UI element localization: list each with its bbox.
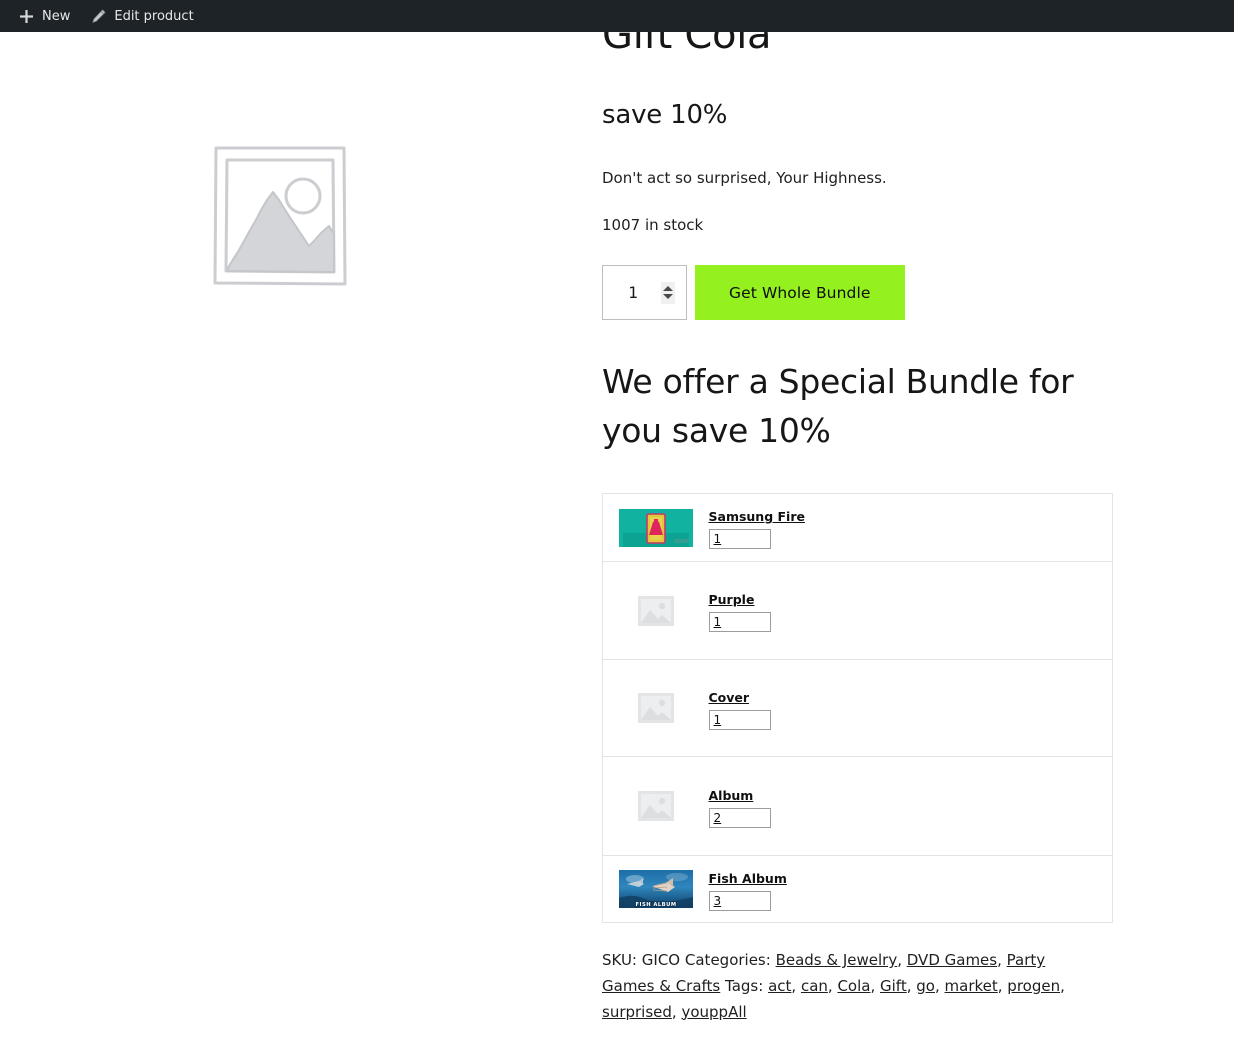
tag-link[interactable]: surprised [602,1003,672,1021]
bundle-item-qty-input[interactable]: 3 [708,890,771,911]
bundle-item-info-cell: Purple 1 [708,562,1113,660]
bundle-item-link[interactable]: Cover [709,690,750,705]
bundle-item-thumb-cell [603,494,709,562]
samsung-fire-thumbnail [603,508,709,547]
bundle-item-link[interactable]: Samsung Fire [709,509,805,524]
bundle-item-info-cell: Cover 1 [708,660,1113,757]
bundle-item-qty-input[interactable]: 2 [708,807,771,828]
tag-link[interactable]: act [768,977,791,995]
tag-link[interactable]: youppAll [681,1003,746,1021]
bundle-item-thumb-cell [603,562,709,660]
adminbar-item-edit-product[interactable]: Edit product [80,0,203,32]
add-to-cart-form: Get Whole Bundle [602,265,905,320]
add-to-cart-button[interactable]: Get Whole Bundle [695,265,905,320]
tag-link[interactable]: go [916,977,935,995]
bundle-item-thumb-cell [603,757,709,856]
category-link[interactable]: DVD Games [907,951,997,969]
bundle-item-link[interactable]: Album [709,788,754,803]
bundle-item-link[interactable]: Fish Album [709,871,787,886]
sku-label: SKU: [602,951,637,969]
bundle-items-table: Samsung Fire 1 Purple 1 Cover 1 Album 2 … [602,493,1113,923]
bundle-item-info-cell: Samsung Fire 1 [708,494,1113,562]
table-row[interactable]: Album 2 [602,757,1113,856]
chevron-up-icon[interactable] [663,286,673,291]
sku-value: GICO [641,951,681,969]
quantity-spinner[interactable] [661,281,675,304]
table-row[interactable]: FISH ALBUM Fish Album 3 [603,856,1113,923]
bundle-item-link[interactable]: Purple [709,592,755,607]
product-short-description: Don't act so surprised, Your Highness. [602,169,887,187]
product-image-wrap[interactable] [130,142,430,294]
bundle-item-thumb-cell [603,660,709,757]
bundle-item-info-cell: Fish Album 3 [708,856,1113,923]
quantity-stepper[interactable] [602,265,687,320]
table-row[interactable]: Cover 1 [602,660,1113,757]
category-link[interactable]: Beads & Jewelry [776,951,898,969]
categories-label: Categories: [684,951,771,969]
tag-link[interactable]: can [801,977,828,995]
bundle-item-thumb-cell: FISH ALBUM [603,856,709,923]
placeholder-thumbnail [603,790,709,822]
tag-link[interactable]: Gift [880,977,907,995]
product-gallery [0,32,560,294]
adminbar-item-edit-product-label: Edit product [114,8,194,24]
tags-label: Tags: [725,976,764,995]
adminbar-item-new-label: New [42,8,71,24]
product-meta: SKU: GICO Categories: Beads & Jewelry, D… [602,948,1102,1025]
bundle-item-info-cell: Album 2 [708,757,1113,856]
bundle-item-qty-input[interactable]: 1 [708,709,771,730]
tag-link[interactable]: Cola [837,977,870,995]
product-placeholder-image [209,142,351,294]
bundle-item-qty-input[interactable]: 1 [708,529,771,549]
bundle-heading: We offer a Special Bundle for you save 1… [602,362,1074,450]
placeholder-thumbnail [603,595,709,627]
placeholder-thumbnail [603,692,709,724]
tag-link[interactable]: progen [1007,977,1060,995]
bundle-item-qty-input[interactable]: 1 [708,612,771,632]
pencil-icon [90,8,107,25]
stock-status: 1007 in stock [602,216,704,234]
plus-icon [18,8,35,25]
product-page: Gift Cola save 10% Don't act so surprise… [0,0,1234,1062]
wp-admin-bar: New Edit product [0,0,1234,32]
table-row[interactable]: Purple 1 [602,562,1113,660]
table-row[interactable]: Samsung Fire 1 [602,494,1113,562]
adminbar-item-new[interactable]: New [8,0,80,32]
chevron-down-icon[interactable] [663,294,673,299]
quantity-input[interactable] [607,267,659,318]
tag-link[interactable]: market [945,977,998,995]
product-price: save 10% [602,100,728,130]
fish-album-thumbnail: FISH ALBUM [603,870,709,908]
svg-text:FISH ALBUM: FISH ALBUM [635,902,676,908]
